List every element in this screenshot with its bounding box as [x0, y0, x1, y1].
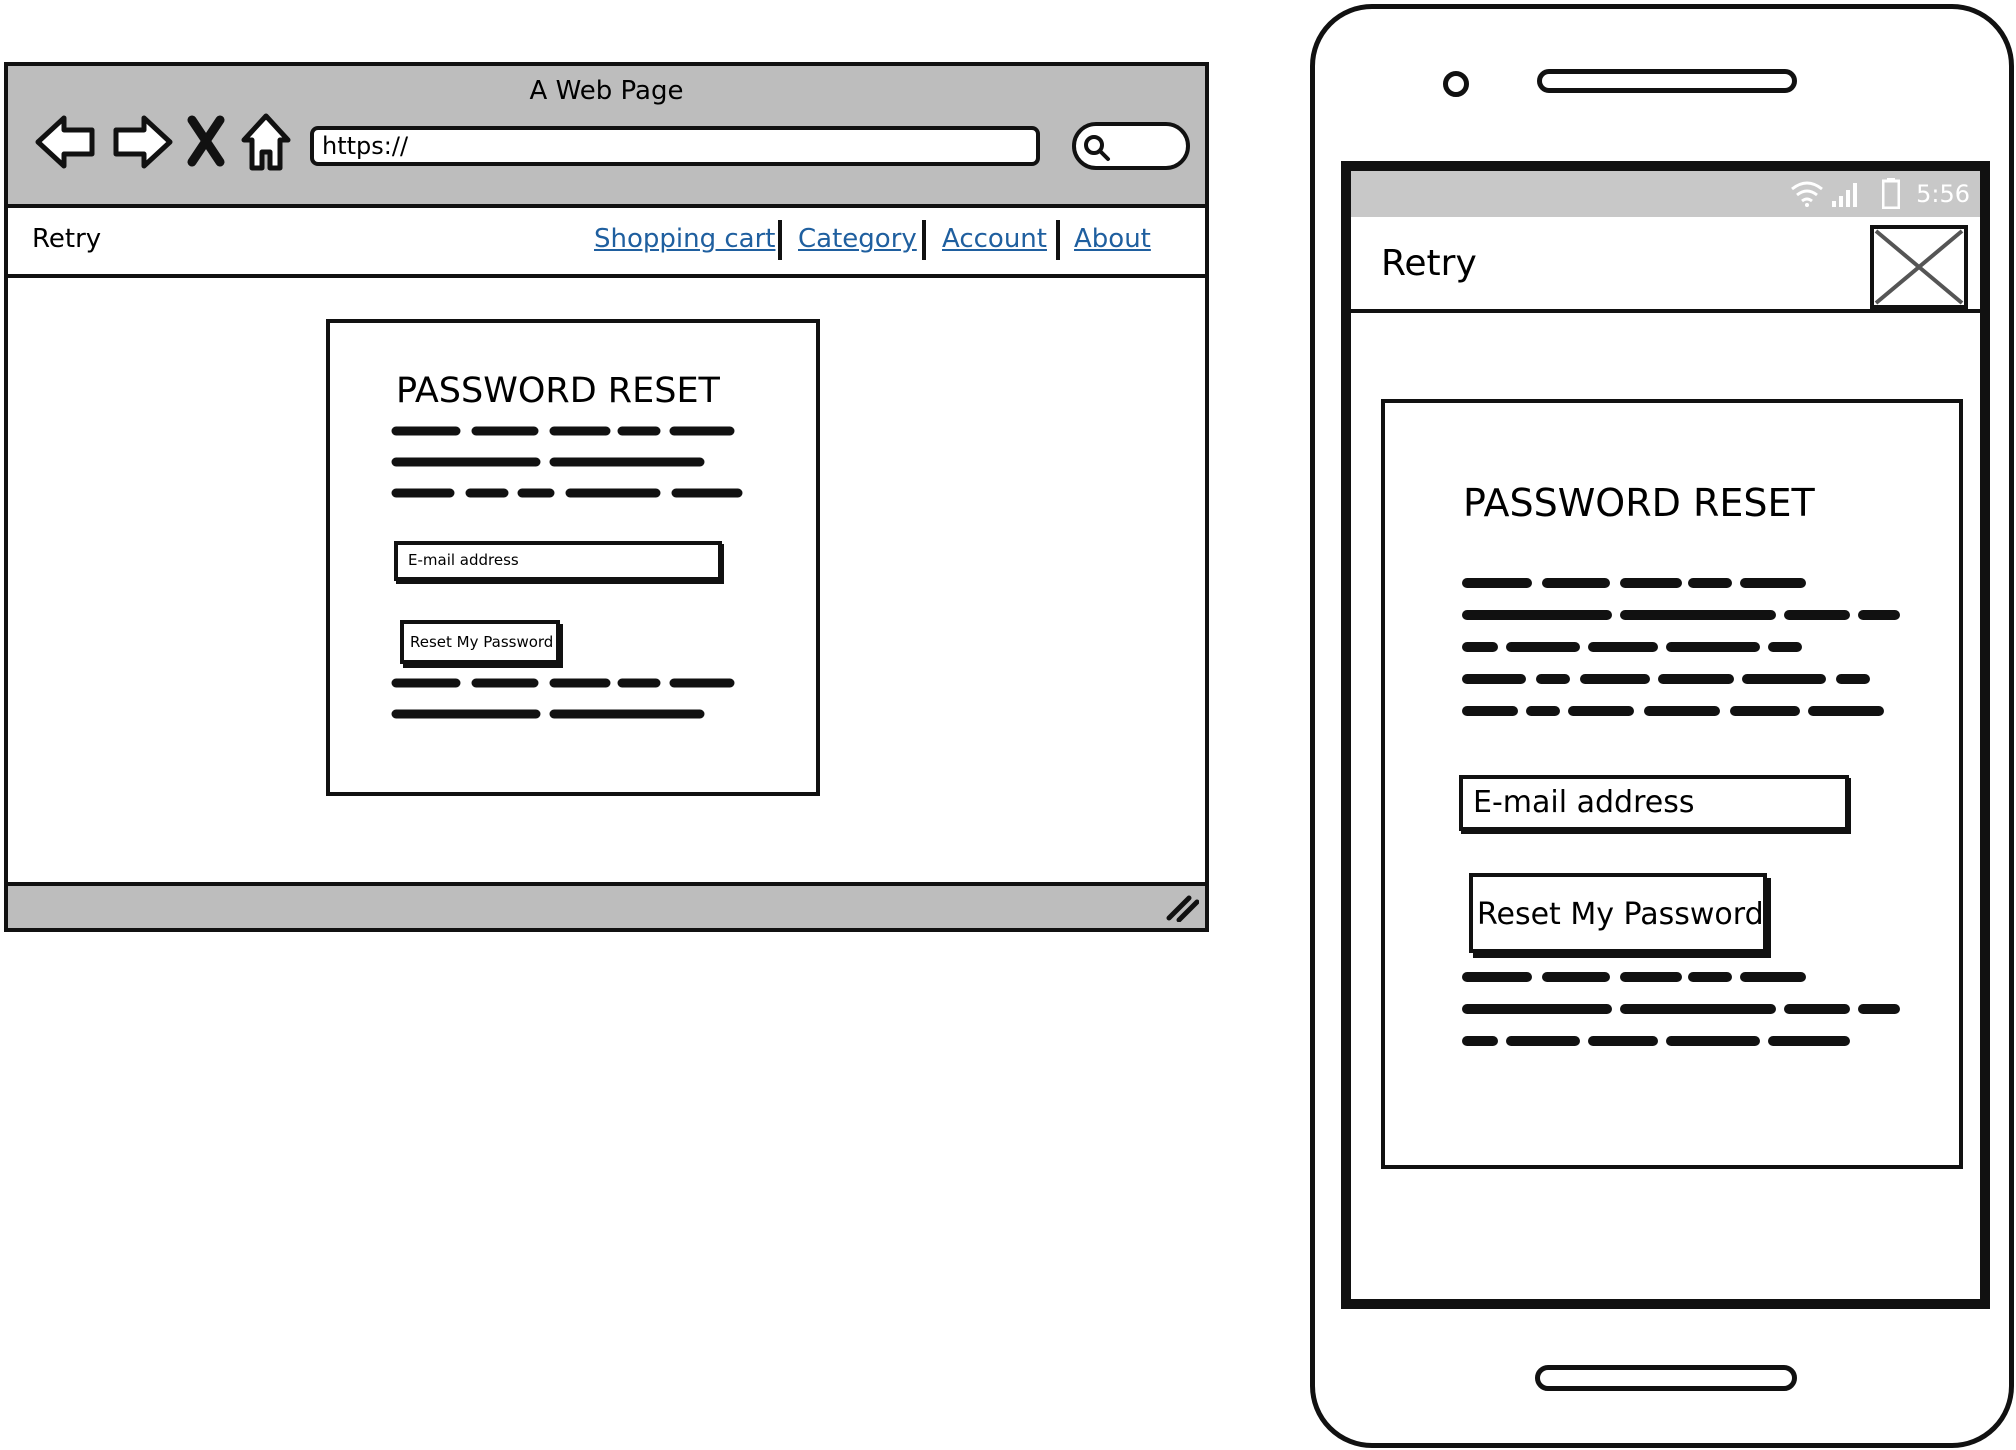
phone-camera: [1443, 71, 1469, 97]
reset-password-button[interactable]: Reset My Password: [400, 620, 560, 664]
resize-grip-icon[interactable]: [1165, 892, 1199, 922]
app-bar: Retry: [1351, 217, 1980, 313]
card-title: PASSWORD RESET: [1463, 481, 1815, 525]
app-title: Retry: [1381, 243, 1477, 284]
window-title: A Web Page: [529, 76, 684, 106]
card-title: PASSWORD RESET: [396, 371, 720, 411]
status-time: 5:56: [1916, 180, 1970, 208]
nav-divider: [1056, 220, 1060, 260]
phone-device: 5:56 Retry PASSWORD RESET E-mail address…: [1310, 4, 2014, 1448]
site-brand: Retry: [32, 224, 102, 254]
battery-icon: [1882, 178, 1900, 209]
browser-status-bar: [8, 882, 1205, 928]
nav-link-category[interactable]: Category: [798, 224, 917, 254]
help-text-scribble: [1462, 972, 1900, 1046]
home-icon[interactable]: [240, 110, 292, 174]
close-x-icon: [1874, 229, 1964, 305]
placeholder-text-scribble: [1462, 578, 1900, 716]
close-button[interactable]: [1870, 225, 1968, 309]
nav-link-about[interactable]: About: [1074, 224, 1151, 254]
help-text-scribble: [391, 678, 735, 719]
search-icon: [1084, 135, 1110, 161]
address-bar[interactable]: https://: [310, 126, 1040, 166]
browser-toolbar: A Web Page https://: [8, 66, 1205, 208]
stop-icon[interactable]: [186, 110, 226, 174]
nav-link-shopping-cart[interactable]: Shopping cart: [594, 224, 775, 254]
back-arrow-icon[interactable]: [34, 110, 100, 174]
mobile-password-reset-card: PASSWORD RESET E-mail address Reset My P…: [1381, 399, 1963, 1169]
nav-divider: [922, 220, 926, 260]
phone-screen: 5:56 Retry PASSWORD RESET E-mail address…: [1341, 161, 1990, 1309]
wifi-icon: [1791, 181, 1823, 207]
status-bar: 5:56: [1351, 171, 1980, 217]
phone-speaker: [1537, 69, 1797, 93]
forward-arrow-icon[interactable]: [108, 110, 174, 174]
nav-link-account[interactable]: Account: [942, 224, 1047, 254]
signal-icon: [1832, 183, 1857, 207]
reset-password-button[interactable]: Reset My Password: [1469, 873, 1767, 953]
email-field[interactable]: E-mail address: [394, 541, 722, 581]
password-reset-card: PASSWORD RESET E-mail address Reset My P…: [326, 319, 820, 796]
nav-divider: [778, 220, 782, 260]
placeholder-text-scribble: [391, 426, 743, 498]
email-field[interactable]: E-mail address: [1459, 775, 1849, 831]
search-box[interactable]: [1072, 122, 1190, 170]
phone-home-bar[interactable]: [1535, 1365, 1797, 1391]
site-nav-bar: Retry Shopping cart Category Account Abo…: [8, 208, 1205, 278]
browser-window: A Web Page https:// Retry Shopping cart …: [4, 62, 1209, 932]
